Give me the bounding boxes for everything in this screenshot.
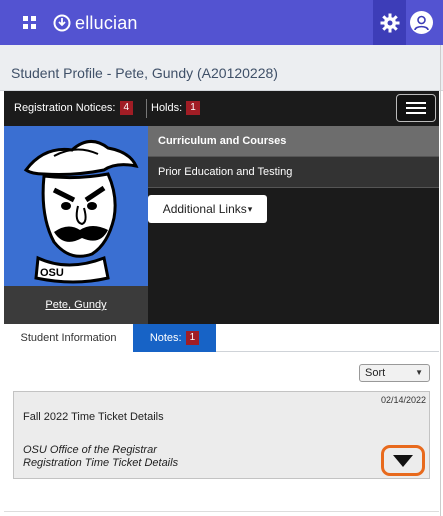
- student-photo: OSU: [4, 126, 148, 286]
- user-avatar-icon: [414, 15, 429, 31]
- registration-notices-count-badge: 4: [119, 101, 134, 115]
- profile-tabs: Student Information Notes: 1: [4, 324, 439, 352]
- photo-caption: OSU: [40, 267, 64, 279]
- apps-grid-icon[interactable]: [23, 16, 37, 30]
- student-name-link[interactable]: Pete, Gundy: [45, 299, 106, 311]
- holds[interactable]: Holds: 1: [151, 101, 200, 115]
- tab-student-information[interactable]: Student Information: [4, 324, 133, 352]
- scrollbar-track: [440, 45, 441, 516]
- divider: [146, 99, 147, 118]
- tab-label: Notes:: [149, 332, 182, 344]
- gear-icon: [380, 13, 399, 32]
- holds-count-badge: 1: [186, 101, 200, 115]
- holds-label: Holds:: [151, 102, 183, 114]
- profile-links: Curriculum and Courses Prior Education a…: [148, 126, 439, 188]
- additional-links-label: Additional Links: [162, 202, 247, 216]
- ellucian-logo-icon: [53, 14, 71, 32]
- sort-select[interactable]: Sort ▼: [359, 364, 430, 382]
- divider: [4, 511, 439, 512]
- chevron-down-icon: ▼: [415, 368, 423, 377]
- user-profile-button[interactable]: [410, 11, 433, 34]
- link-prior-education-and-testing[interactable]: Prior Education and Testing: [148, 157, 439, 188]
- hamburger-line: [406, 112, 426, 114]
- registration-notices[interactable]: Registration Notices: 4: [14, 101, 134, 115]
- brand-name: ellucian: [75, 12, 138, 33]
- student-name-bar: Pete, Gundy: [4, 286, 148, 324]
- hamburger-line: [406, 102, 426, 104]
- settings-button[interactable]: [373, 0, 406, 45]
- hamburger-line: [406, 107, 426, 109]
- note-title: Fall 2022 Time Ticket Details: [23, 411, 164, 423]
- expand-note-button[interactable]: [381, 445, 425, 476]
- note-origin: OSU Office of the Registrar: [23, 444, 157, 456]
- notices-bar: Registration Notices: 4 Holds: 1: [4, 91, 439, 126]
- top-navigation-bar: ellucian: [0, 0, 443, 45]
- note-card: 02/14/2022 Fall 2022 Time Ticket Details…: [13, 391, 430, 479]
- tab-notes[interactable]: Notes: 1: [133, 324, 216, 352]
- sort-select-value: Sort: [365, 367, 386, 379]
- tab-label: Student Information: [20, 332, 117, 344]
- registration-notices-label: Registration Notices:: [14, 102, 116, 114]
- page-title: Student Profile - Pete, Gundy (A20120228…: [11, 65, 278, 81]
- note-detail: Registration Time Ticket Details: [23, 457, 179, 469]
- page-header: Student Profile - Pete, Gundy (A20120228…: [0, 45, 443, 91]
- profile-section: OSU Pete, Gundy Curriculum and Courses P…: [4, 126, 439, 324]
- note-date: 02/14/2022: [380, 395, 426, 405]
- hamburger-menu-button[interactable]: [396, 94, 436, 122]
- mascot-image: OSU: [23, 140, 139, 284]
- additional-links-dropdown[interactable]: Additional Links ▾: [148, 195, 267, 223]
- notes-count-badge: 1: [185, 331, 200, 345]
- ellucian-logo[interactable]: ellucian: [53, 11, 138, 35]
- caret-down-icon: ▾: [247, 203, 253, 214]
- triangle-down-icon: [393, 454, 413, 467]
- link-curriculum-and-courses[interactable]: Curriculum and Courses: [148, 126, 439, 157]
